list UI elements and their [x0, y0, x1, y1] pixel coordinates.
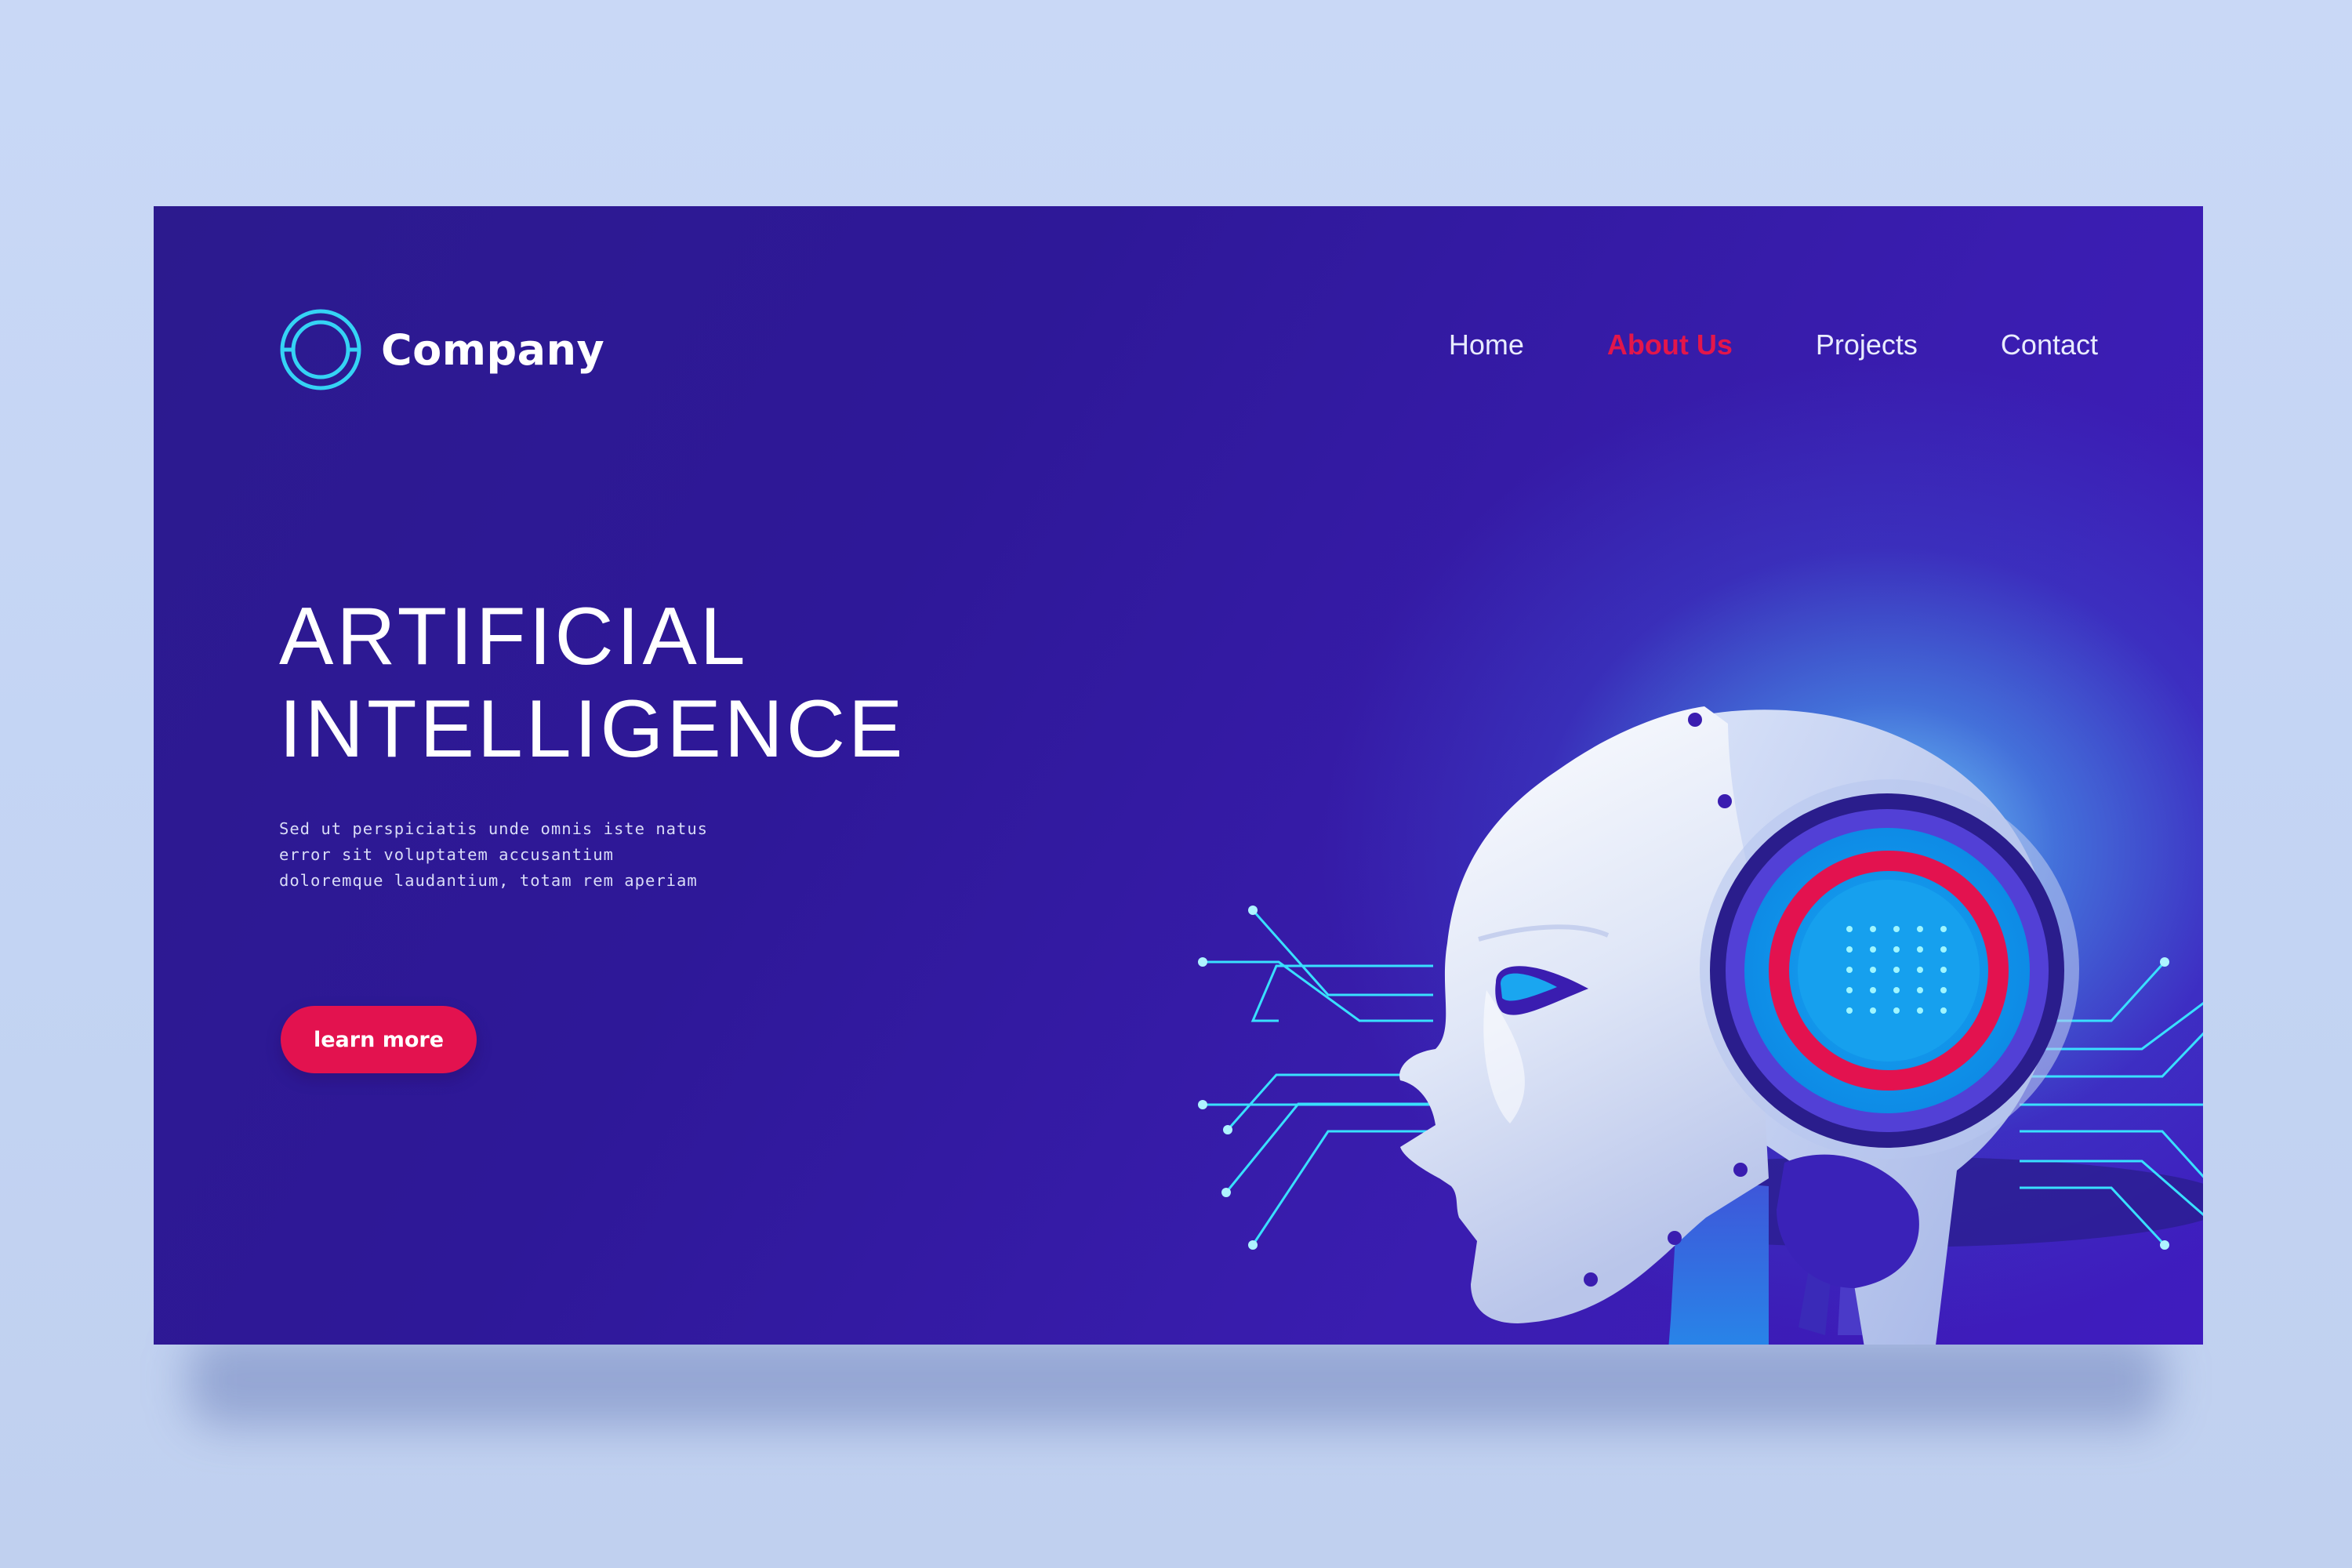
hero-description-line-1: Sed ut perspiciatis unde omnis iste natu…: [279, 819, 709, 838]
hero-description-line-2: error sit voluptatem accusantium: [279, 845, 614, 864]
nav-home[interactable]: Home: [1449, 328, 1524, 361]
card-shadow: [188, 1333, 2164, 1427]
learn-more-button[interactable]: learn more: [281, 1006, 477, 1073]
hero-title-line-1: ARTIFICIAL: [279, 591, 749, 682]
top-navigation: Home About Us Projects Contact: [1449, 328, 2098, 361]
ring-logo-icon: [280, 309, 361, 390]
brand-name: Company: [381, 325, 605, 375]
ear-inner: [1798, 880, 1980, 1062]
nav-contact[interactable]: Contact: [2001, 328, 2098, 361]
brand-logo[interactable]: Company: [279, 308, 604, 391]
nav-projects[interactable]: Projects: [1816, 328, 1918, 361]
nav-about-us[interactable]: About Us: [1607, 328, 1733, 361]
circuit-nodes-left: [1198, 906, 1258, 1250]
robot-head-icon: [1198, 706, 2203, 1345]
hero-description-line-3: doloremque laudantium, totam rem aperiam: [279, 871, 698, 890]
hero-description: Sed ut perspiciatis unde omnis iste natu…: [279, 816, 765, 894]
hero-title-line-2: INTELLIGENCE: [279, 684, 906, 775]
landing-page-card: Company Home About Us Projects Contact A…: [154, 206, 2203, 1345]
hero-title: ARTIFICIAL INTELLIGENCE: [279, 590, 906, 775]
